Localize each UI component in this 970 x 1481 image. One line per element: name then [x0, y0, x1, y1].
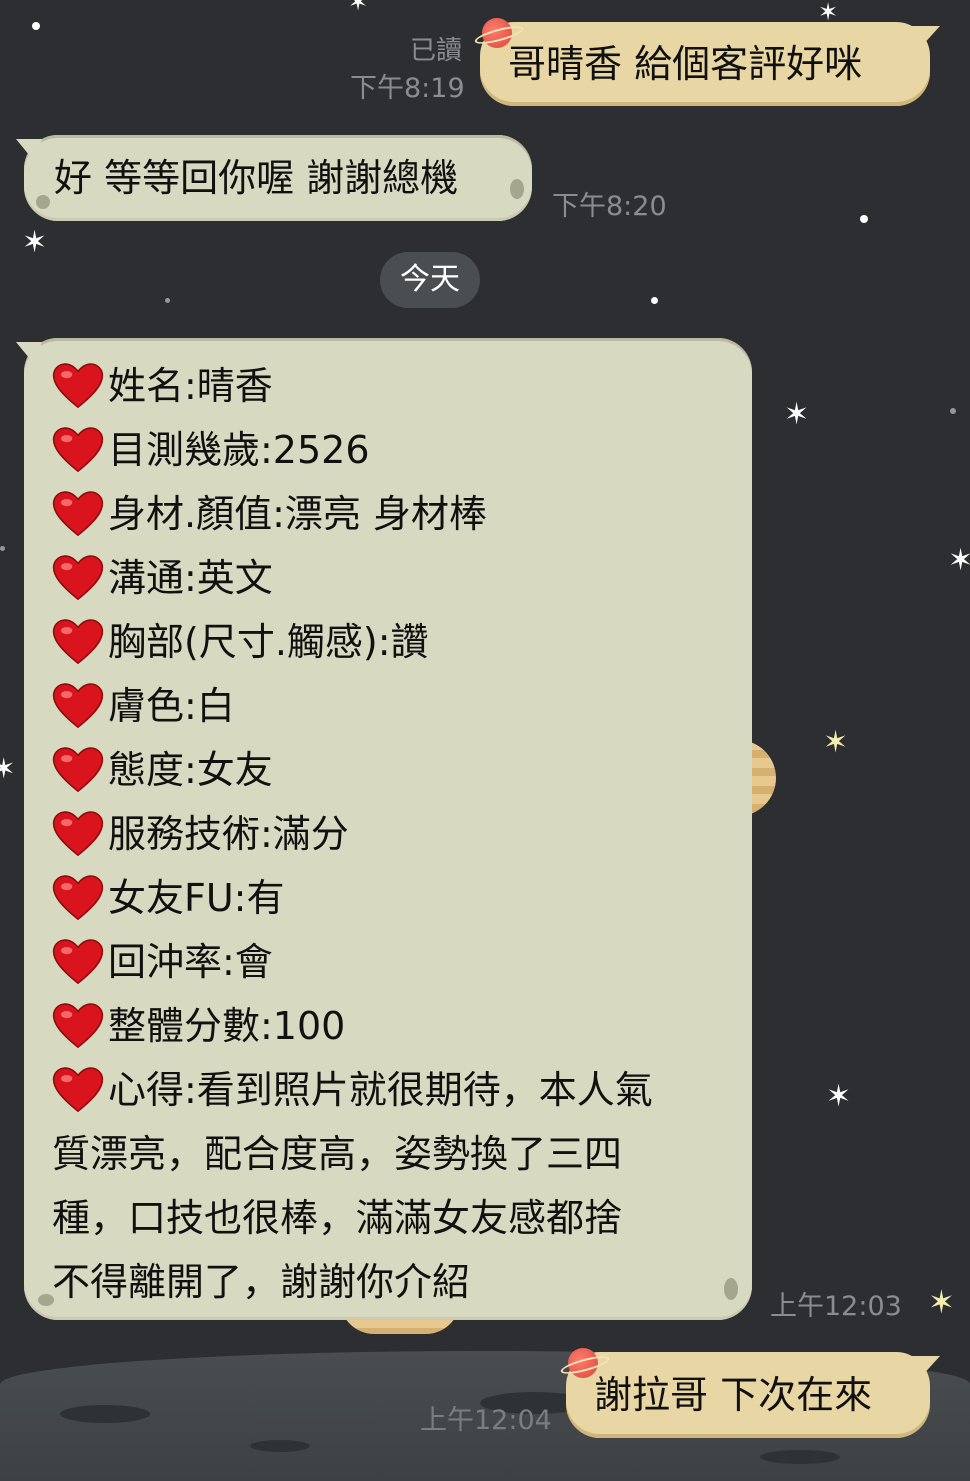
review-paragraph-line: 種，口技也很棒，滿滿女友感都捨 — [52, 1196, 623, 1240]
review-line-text: 姓名:晴香 — [108, 364, 273, 408]
star-icon: ✶ — [0, 752, 16, 785]
review-line: 回沖率:會 — [52, 930, 724, 994]
heart-icon — [52, 872, 104, 924]
review-line: 目測幾歲:2526 — [52, 418, 724, 482]
star-dot — [165, 298, 170, 303]
heart-icon — [52, 360, 104, 412]
review-line: 胸部(尺寸.觸感):讚 — [52, 610, 724, 674]
heart-icon — [52, 616, 104, 668]
heart-icon — [52, 552, 104, 604]
review-line: 溝通:英文 — [52, 546, 724, 610]
message-time: 上午12:04 — [420, 1405, 552, 1436]
incoming-message-bubble[interactable]: 好 等等回你喔 謝謝總機 — [24, 135, 532, 221]
star-icon: ✶ — [823, 725, 849, 760]
heart-icon — [52, 680, 104, 732]
message-time: 下午8:19 — [350, 73, 465, 104]
review-paragraph-line: 質漂亮，配合度高，姿勢換了三四 — [52, 1132, 623, 1176]
review-line-text: 身材.顏值:漂亮 身材棒 — [108, 492, 487, 536]
review-line: 整體分數:100 — [52, 994, 724, 1058]
outgoing-message-bubble[interactable]: 謝拉哥 下次在來 — [566, 1348, 930, 1438]
star-icon: ✶ — [826, 1079, 852, 1114]
star-dot — [651, 297, 658, 304]
heart-icon — [52, 744, 104, 796]
date-divider: 今天 — [380, 252, 480, 308]
review-paragraph-line: 不得離開了，謝謝你介紹 — [52, 1260, 471, 1304]
saturn-icon — [568, 1348, 598, 1378]
star-icon: ✶ — [22, 225, 48, 260]
read-receipt: 已讀 — [409, 36, 462, 66]
review-paragraph: 質漂亮，配合度高，姿勢換了三四 種，口技也很棒，滿滿女友感都捨 不得離開了，謝謝你介… — [52, 1122, 724, 1314]
review-line: 態度:女友 — [52, 738, 724, 802]
message-text: 哥晴香 給個客評好咪 — [508, 42, 863, 86]
heart-icon — [52, 488, 104, 540]
moon-spot — [724, 1278, 738, 1300]
review-line: 女友FU:有 — [52, 866, 724, 930]
review-line-text: 目測幾歲:2526 — [108, 428, 370, 472]
moon-spot — [510, 179, 524, 199]
star-dot — [860, 215, 868, 223]
star-dot — [0, 546, 5, 551]
moon-spot — [38, 1294, 54, 1306]
heart-icon — [52, 1064, 104, 1116]
star-icon: ✶ — [348, 0, 369, 16]
heart-icon — [52, 1000, 104, 1052]
review-message-bubble[interactable]: 姓名:晴香目測幾歲:2526 身材.顏值:漂亮 身材棒 溝通:英文胸部(尺寸.觸感)… — [24, 338, 752, 1320]
message-text: 好 等等回你喔 謝謝總機 — [54, 156, 459, 200]
review-line-text: 整體分數:100 — [108, 1004, 346, 1048]
star-icon: ✶ — [948, 543, 970, 578]
review-line: 姓名:晴香 — [52, 354, 724, 418]
star-icon: ✶ — [928, 1283, 955, 1321]
review-line: 服務技術:滿分 — [52, 802, 724, 866]
review-line-text: 女友FU:有 — [108, 876, 285, 920]
review-line-text: 回沖率:會 — [108, 940, 273, 984]
star-icon: ✶ — [818, 0, 839, 26]
review-lines: 姓名:晴香目測幾歲:2526 身材.顏值:漂亮 身材棒 溝通:英文胸部(尺寸.觸感)… — [52, 354, 724, 1122]
review-line-text: 服務技術:滿分 — [108, 812, 349, 856]
message-text: 謝拉哥 下次在來 — [594, 1373, 873, 1417]
crater — [250, 1440, 310, 1452]
heart-icon — [52, 936, 104, 988]
review-line: 身材.顏值:漂亮 身材棒 — [52, 482, 724, 546]
saturn-icon — [482, 18, 512, 48]
heart-icon — [52, 808, 104, 860]
review-line-text: 心得:看到照片就很期待，本人氣 — [108, 1068, 653, 1112]
moon-spot — [36, 195, 50, 209]
heart-icon — [52, 424, 104, 476]
review-line-text: 胸部(尺寸.觸感):讚 — [108, 620, 429, 664]
star-icon: ✶ — [784, 397, 810, 432]
message-time: 下午8:20 — [552, 191, 667, 222]
review-line-text: 溝通:英文 — [108, 556, 273, 600]
review-line: 膚色:白 — [52, 674, 724, 738]
review-line-text: 膚色:白 — [108, 684, 235, 728]
star-dot — [950, 408, 956, 414]
outgoing-message-bubble[interactable]: 哥晴香 給個客評好咪 — [480, 18, 930, 106]
crater — [760, 1450, 840, 1464]
review-line-text: 態度:女友 — [108, 748, 273, 792]
star-dot — [32, 22, 40, 30]
message-time: 上午12:03 — [770, 1291, 902, 1322]
crater — [60, 1405, 150, 1423]
review-line: 心得:看到照片就很期待，本人氣 — [52, 1058, 724, 1122]
